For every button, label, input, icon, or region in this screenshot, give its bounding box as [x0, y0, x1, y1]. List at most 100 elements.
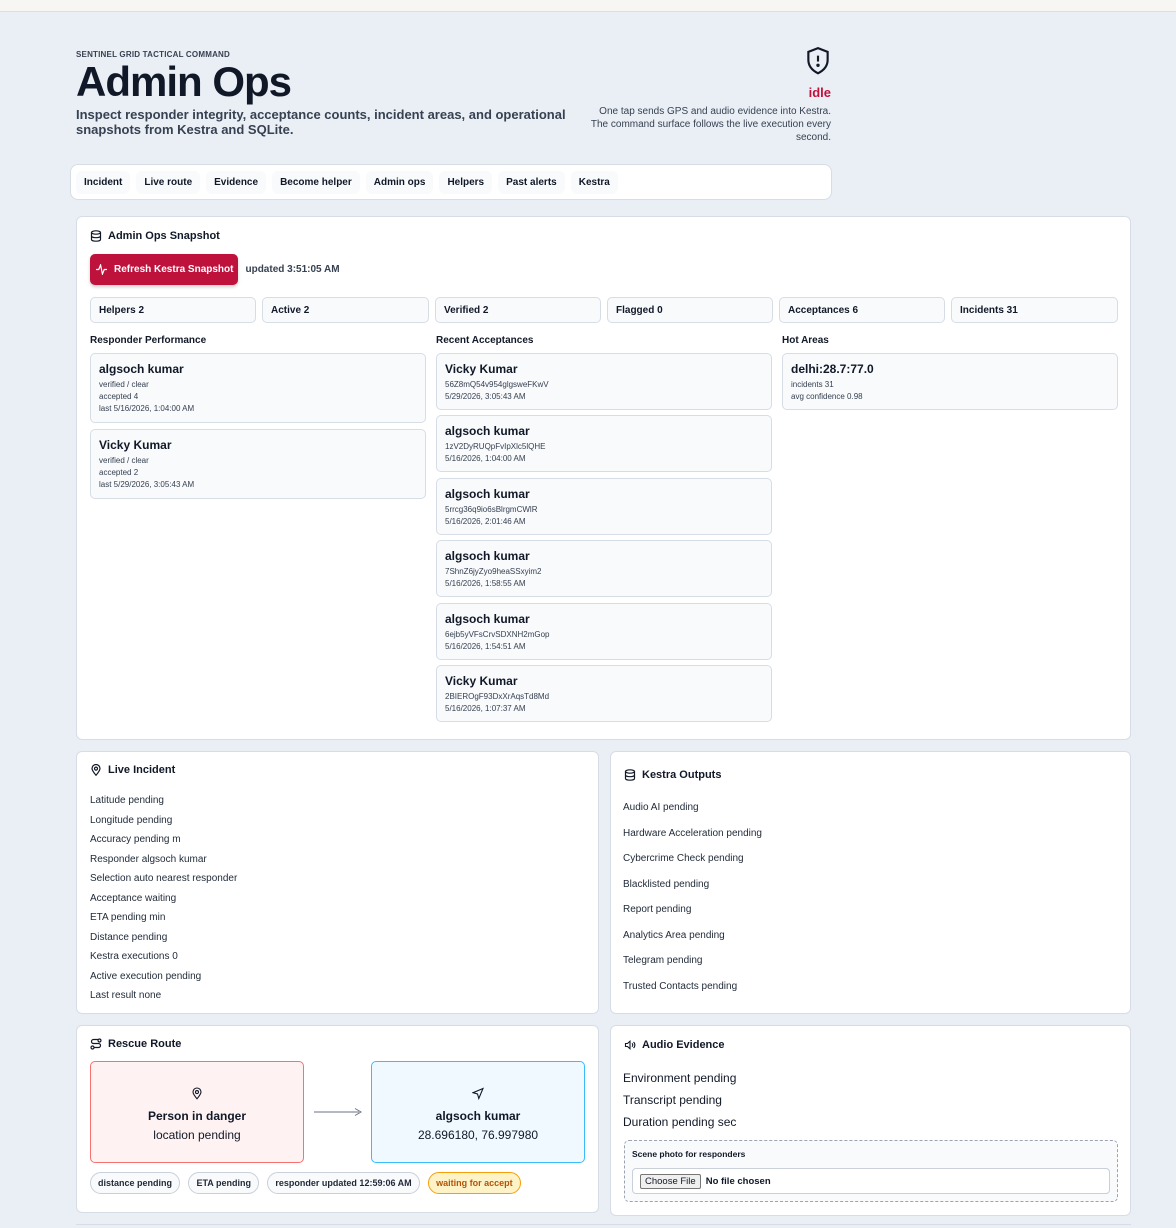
- hot-area-incidents: incidents 31: [791, 380, 834, 389]
- file-input[interactable]: Choose File No file chosen: [632, 1168, 1110, 1194]
- tab-become-helper[interactable]: Become helper: [272, 170, 360, 194]
- field-kestra-executions: Kestra executions 0: [90, 951, 178, 962]
- output-cybercrime-check: Cybercrime Check pending: [623, 853, 744, 864]
- chip-waiting-for-accept: waiting for accept: [428, 1172, 521, 1194]
- database-icon: [624, 769, 636, 781]
- top-bar: [0, 0, 1176, 12]
- field-active-execution: Active execution pending: [90, 970, 202, 982]
- chip-responder-updated: responder updated 12:59:06 AM: [267, 1172, 420, 1194]
- live-incident-panel: Live Incident Latitude pending Longitude…: [76, 751, 599, 1014]
- tab-evidence[interactable]: Evidence: [206, 170, 267, 194]
- output-telegram: Telegram pending: [623, 955, 703, 966]
- responder-performance-title: Responder Performance: [90, 335, 207, 346]
- choose-file-button[interactable]: Choose File: [640, 1173, 701, 1189]
- acceptance-id: 6ejb5yVFsCrvSDXNH2mGop: [445, 630, 550, 639]
- responder-status: verified / clear: [99, 380, 149, 389]
- acceptance-card: algsoch kumar 7ShnZ6jyZyo9heaSSxyim2 5/1…: [436, 540, 772, 597]
- chip-eta: ETA pending: [188, 1172, 259, 1194]
- tab-admin-ops[interactable]: Admin ops: [365, 170, 434, 194]
- stat-active: Active 2: [262, 297, 429, 323]
- output-analytics-area: Analytics Area pending: [623, 929, 725, 941]
- rescue-route-heading: Rescue Route: [90, 1038, 181, 1050]
- field-eta: ETA pending min: [90, 912, 166, 923]
- nav-tabs: Incident Live route Evidence Become help…: [70, 164, 832, 200]
- tab-live-route[interactable]: Live route: [136, 170, 201, 194]
- no-file-chosen-text: No file chosen: [705, 1175, 771, 1187]
- status-block: idle One tap sends GPS and audio evidenc…: [581, 46, 831, 144]
- scene-photo-label: Scene photo for responders: [632, 1149, 746, 1159]
- stat-acceptances: Acceptances 6: [779, 297, 945, 323]
- audio-duration: Duration pending sec: [623, 1115, 737, 1129]
- responder-name: Vicky Kumar: [99, 438, 172, 452]
- status-text: idle: [808, 85, 831, 100]
- acceptance-name: algsoch kumar: [445, 612, 530, 626]
- responder-card: Vicky Kumar verified / clear accepted 2 …: [90, 429, 426, 499]
- acceptance-id: 7ShnZ6jyZyo9heaSSxyim2: [445, 567, 542, 576]
- live-incident-fields: Latitude pending Longitude pending Accur…: [90, 795, 237, 1002]
- responder-coordinates: 28.696180, 76.997980: [417, 1128, 539, 1142]
- field-longitude: Longitude pending: [90, 814, 173, 826]
- hot-area-name: delhi:28.7:77.0: [791, 362, 874, 376]
- field-accuracy: Accuracy pending m: [90, 834, 181, 845]
- tab-incident[interactable]: Incident: [76, 170, 131, 194]
- next-panel-edge: [76, 1224, 1131, 1228]
- acceptance-time: 5/16/2026, 1:07:37 AM: [445, 704, 526, 713]
- recent-acceptances-title: Recent Acceptances: [436, 335, 534, 346]
- stat-incidents: Incidents 31: [951, 297, 1118, 323]
- acceptance-card: algsoch kumar 1zV2DyRUQpFvIpXlc5lQHE 5/1…: [436, 415, 772, 472]
- audio-evidence-panel: Audio Evidence Environment pending Trans…: [610, 1025, 1131, 1216]
- responder-last: last 5/29/2026, 3:05:43 AM: [99, 480, 195, 489]
- speaker-icon: [624, 1039, 636, 1051]
- route-arrow: [314, 1108, 362, 1116]
- acceptance-card: algsoch kumar 5rrcg36q9io6sBlrgmCWlR 5/1…: [436, 478, 772, 535]
- responder-name: algsoch kumar: [99, 362, 184, 376]
- responder-card: algsoch kumar verified / clear accepted …: [90, 353, 426, 423]
- audio-evidence-heading: Audio Evidence: [624, 1039, 725, 1051]
- field-last-result: Last result none: [90, 990, 162, 1001]
- tab-past-alerts[interactable]: Past alerts: [498, 170, 565, 194]
- responder-status: verified / clear: [99, 456, 149, 465]
- hot-areas-title: Hot Areas: [782, 335, 829, 346]
- person-in-danger-location: location pending: [153, 1128, 241, 1142]
- status-description: One tap sends GPS and audio evidence int…: [590, 106, 831, 143]
- kestra-outputs-heading: Kestra Outputs: [624, 769, 721, 781]
- shield-alert-icon: [807, 46, 829, 75]
- route-icon: [90, 1038, 102, 1050]
- rescue-route-panel: Rescue Route Person in danger location p…: [76, 1025, 599, 1213]
- responder-accepted: accepted 2: [99, 468, 139, 477]
- stat-helpers: Helpers 2: [90, 297, 256, 323]
- page-header: SENTINEL GRID TACTICAL COMMAND Admin Ops…: [76, 46, 831, 143]
- acceptance-time: 5/16/2026, 2:01:46 AM: [445, 517, 526, 526]
- person-in-danger-box: Person in danger location pending: [90, 1061, 304, 1163]
- admin-snapshot-heading: Admin Ops Snapshot: [90, 230, 220, 242]
- acceptance-id: 56Z8mQ54v954glgsweFKwV: [445, 380, 549, 389]
- navigation-icon: [471, 1087, 485, 1101]
- admin-snapshot-title: Admin Ops Snapshot: [108, 230, 220, 242]
- person-in-danger-title: Person in danger: [147, 1109, 247, 1123]
- output-hardware-acceleration: Hardware Acceleration pending: [623, 827, 762, 839]
- acceptance-time: 5/29/2026, 3:05:43 AM: [445, 392, 526, 401]
- responder-last: last 5/16/2026, 1:04:00 AM: [99, 404, 195, 413]
- audio-fields: Environment pending Transcript pending D…: [623, 1071, 736, 1129]
- audio-environment: Environment pending: [623, 1071, 737, 1085]
- acceptance-card: algsoch kumar 6ejb5yVFsCrvSDXNH2mGop 5/1…: [436, 603, 772, 660]
- responder-title: algsoch kumar: [435, 1109, 521, 1123]
- tab-helpers[interactable]: Helpers: [439, 170, 493, 194]
- acceptance-time: 5/16/2026, 1:54:51 AM: [445, 642, 526, 651]
- acceptance-time: 5/16/2026, 1:58:55 AM: [445, 579, 526, 588]
- acceptance-card: Vicky Kumar 2BIEROgF93DxXrAqsTd8Md 5/16/…: [436, 665, 772, 722]
- route-chips: distance pending ETA pending responder u…: [90, 1172, 525, 1194]
- map-pin-icon: [91, 764, 101, 776]
- page-subtitle: Inspect responder integrity, acceptance …: [76, 107, 566, 137]
- audio-transcript: Transcript pending: [623, 1093, 722, 1107]
- tab-kestra[interactable]: Kestra: [570, 170, 618, 194]
- admin-snapshot-panel: Admin Ops Snapshot Refresh Kestra Snapsh…: [76, 216, 1131, 740]
- stat-verified: Verified 2: [435, 297, 601, 323]
- field-acceptance: Acceptance waiting: [90, 892, 177, 904]
- output-trusted-contacts: Trusted Contacts pending: [623, 980, 738, 992]
- activity-icon: [96, 264, 107, 275]
- acceptance-id: 5rrcg36q9io6sBlrgmCWlR: [445, 505, 538, 514]
- rescue-route-title: Rescue Route: [108, 1038, 182, 1050]
- refresh-snapshot-button[interactable]: Refresh Kestra Snapshot: [90, 254, 239, 285]
- output-report: Report pending: [623, 904, 692, 915]
